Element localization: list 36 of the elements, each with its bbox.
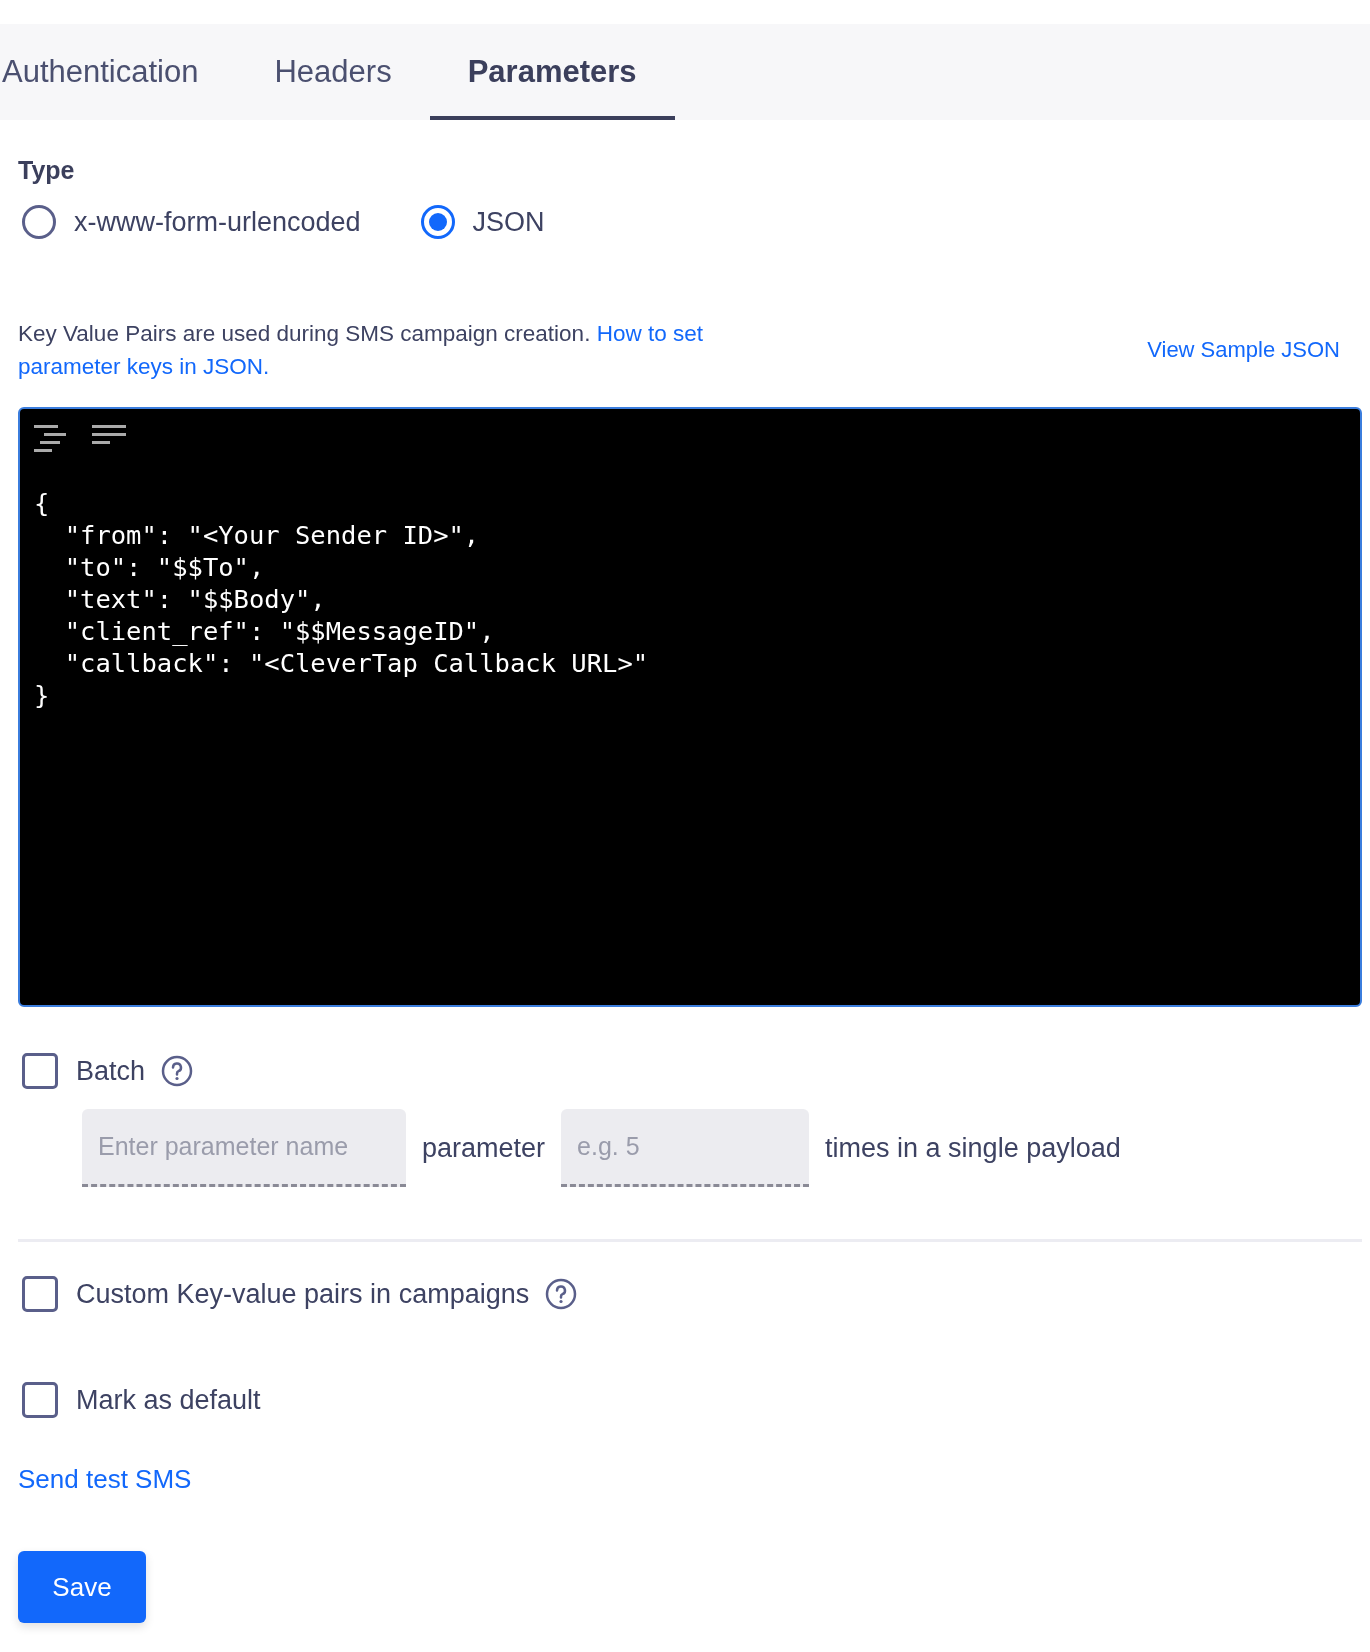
radio-button[interactable] bbox=[22, 205, 56, 239]
parameter-text: parameter bbox=[422, 1132, 546, 1164]
code-line: "to": "$$To", bbox=[63, 551, 266, 583]
checkbox-label: Custom Key-value pairs in campaigns bbox=[76, 1278, 530, 1310]
code-line: { bbox=[34, 487, 51, 519]
parameter-name-field[interactable]: Enter parameter name bbox=[82, 1109, 406, 1187]
radio-button[interactable] bbox=[420, 205, 455, 239]
radio-label: JSON bbox=[472, 206, 545, 238]
indent-icon[interactable] bbox=[34, 425, 66, 453]
help-link[interactable]: parameter keys in JSON. bbox=[18, 354, 270, 379]
payload-text: times in a single payload bbox=[825, 1132, 1121, 1164]
code-line: "from": "<Your Sender ID>", bbox=[63, 519, 481, 551]
batch-checkbox[interactable] bbox=[22, 1053, 58, 1089]
send-test-link[interactable]: Send test SMS bbox=[18, 1464, 192, 1495]
count-field[interactable]: e.g. 5 bbox=[561, 1109, 810, 1187]
align-left-icon[interactable] bbox=[92, 425, 126, 445]
code-line: } bbox=[34, 679, 51, 711]
checkbox-label: Mark as default bbox=[76, 1384, 261, 1416]
code-line: "callback": "<CleverTap Callback URL>" bbox=[63, 647, 650, 679]
code-editor[interactable]: { "from": "<Your Sender ID>", "to": "$$To", "text": "$$Body", "client_ref": "$$MessageID", "callback": "<CleverTap Callback URL>" } bbox=[18, 407, 1362, 1007]
checkbox[interactable] bbox=[22, 1382, 58, 1418]
batch-label: Batch bbox=[76, 1055, 146, 1087]
help-link[interactable]: How to set bbox=[596, 321, 703, 346]
help-icon[interactable] bbox=[161, 1055, 194, 1087]
tab[interactable]: Parameters bbox=[429, 28, 675, 120]
code-line: "text": "$$Body", bbox=[63, 583, 327, 615]
view-sample-link[interactable]: View Sample JSON bbox=[1147, 337, 1340, 363]
save-button[interactable]: Save bbox=[18, 1551, 146, 1623]
radio-label: x-www-form-urlencoded bbox=[74, 206, 361, 238]
type-label: Type bbox=[18, 156, 76, 185]
checkbox[interactable] bbox=[22, 1276, 58, 1312]
description-text: Key Value Pairs are used during SMS campaign creation. How to set parameter keys in JSON. bbox=[18, 320, 704, 381]
help-icon[interactable] bbox=[545, 1278, 578, 1310]
code-line: "client_ref": "$$MessageID", bbox=[63, 615, 496, 647]
tab[interactable]: Headers bbox=[236, 28, 430, 120]
tab[interactable]: Authentication bbox=[0, 28, 237, 120]
